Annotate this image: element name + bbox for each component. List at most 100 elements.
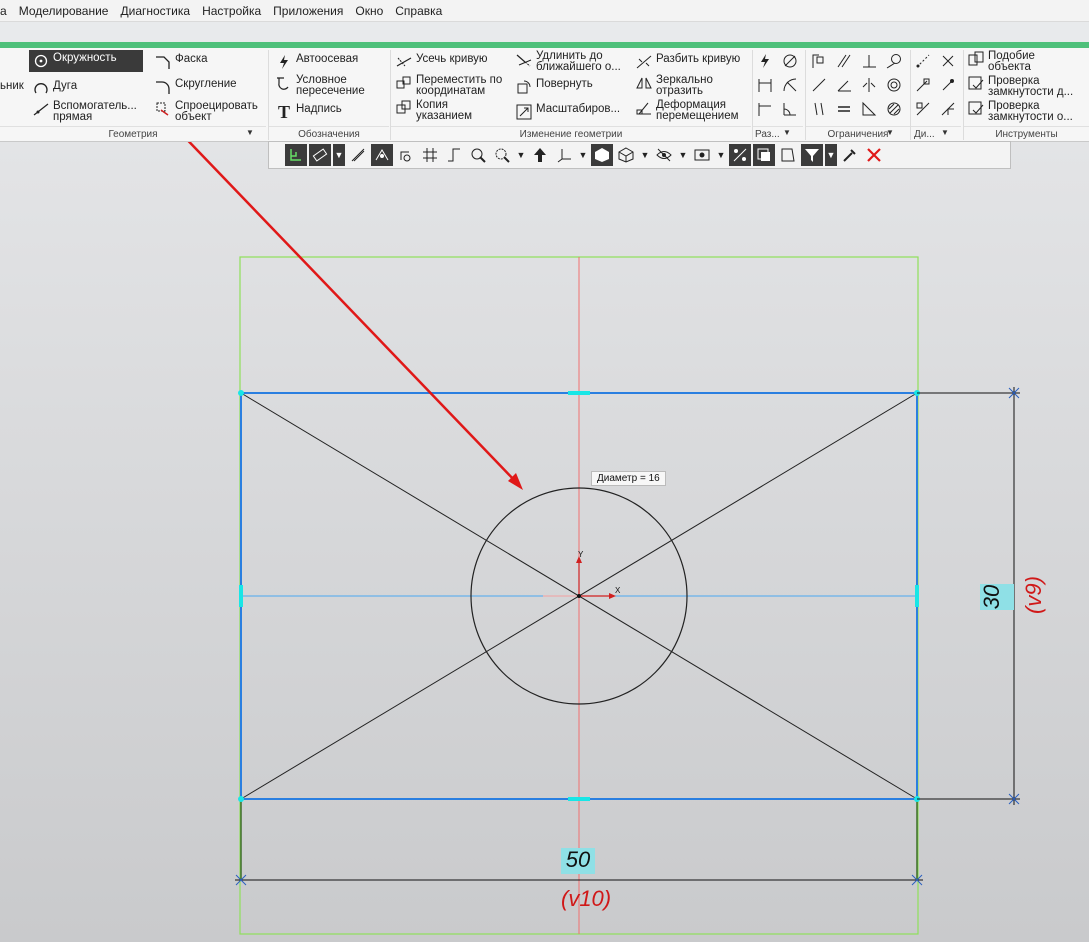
chamfer-button[interactable]: Фаска (155, 53, 208, 70)
axes-icon[interactable] (553, 144, 575, 166)
rotate-button[interactable]: Повернуть (516, 78, 593, 95)
copy-label-2: указанием (416, 110, 473, 122)
measure-dropdown[interactable]: ▼ (333, 144, 345, 166)
hide-eye-icon[interactable] (653, 144, 675, 166)
deform-button[interactable]: Деформация перемещением (636, 99, 739, 122)
aux-line-button[interactable]: Вспомогатель... прямая (33, 100, 137, 123)
auto-axis-button[interactable]: Автоосевая (276, 53, 358, 70)
tangent-icon[interactable] (885, 52, 903, 70)
show-dof-icon[interactable] (939, 76, 957, 94)
fix-point-icon[interactable] (810, 52, 828, 70)
snap-settings-icon[interactable] (371, 144, 393, 166)
circle-tool-icon (33, 53, 49, 69)
orient-icon[interactable] (529, 144, 551, 166)
measure-icon[interactable] (309, 144, 331, 166)
show-eye-icon[interactable] (691, 144, 713, 166)
dimension-auto-icon[interactable] (756, 52, 774, 70)
section-icon[interactable] (777, 144, 799, 166)
shaded-cube-icon[interactable] (591, 144, 613, 166)
menu-item-help[interactable]: Справка (389, 4, 448, 18)
diameter-icon[interactable] (781, 52, 799, 70)
circle-button[interactable]: Окружность (29, 50, 143, 72)
cond-label-2: пересечение (296, 85, 365, 97)
sketch-canvas[interactable]: Y X Диаметр = 16 30 (v9) 50 (v10) (0, 142, 1089, 942)
slope-icon[interactable] (810, 76, 828, 94)
text-label: Надпись (296, 103, 342, 115)
triangle-constraint-icon[interactable] (860, 100, 878, 118)
di-expand-icon[interactable]: ▼ (941, 128, 949, 137)
ordinate-dim-icon[interactable] (756, 100, 774, 118)
trim-curve-button[interactable]: Усечь кривую (396, 53, 488, 70)
dimension-height-value[interactable]: 30 (979, 584, 1014, 610)
arc-button[interactable]: Дуга (33, 80, 77, 97)
fillet-icon (155, 79, 171, 95)
split-curve-button[interactable]: Разбить кривую (636, 53, 740, 70)
vertical-pair-icon[interactable] (810, 100, 828, 118)
similar-object-button[interactable]: Подобие объекта (968, 50, 1035, 73)
scale-button[interactable]: Масштабиров... (516, 103, 620, 120)
symmetry-icon[interactable] (860, 76, 878, 94)
menu-item-window[interactable]: Окно (349, 4, 389, 18)
transform-icon[interactable] (729, 144, 751, 166)
step-curve-icon[interactable] (443, 144, 465, 166)
perpendicular-icon[interactable] (860, 52, 878, 70)
geometry-expand-icon[interactable]: ▼ (246, 128, 254, 137)
mirror-button[interactable]: Зеркально отразить (636, 74, 713, 97)
remove-constraints-icon[interactable] (914, 100, 932, 118)
angle-dim-icon[interactable] (781, 100, 799, 118)
equal-icon[interactable] (835, 100, 853, 118)
parametric-icon[interactable] (914, 52, 932, 70)
move-by-coords-button[interactable]: Переместить по координатам (396, 74, 502, 97)
eyedropper-icon[interactable] (839, 144, 861, 166)
zoom-window-icon[interactable] (491, 144, 513, 166)
grid-icon[interactable] (419, 144, 441, 166)
vertex-handle (238, 390, 244, 396)
concentric-icon[interactable] (885, 76, 903, 94)
constraints-expand-icon[interactable]: ▼ (886, 128, 894, 137)
rotate-icon (516, 79, 532, 95)
fillet-button[interactable]: Скругление (155, 78, 237, 95)
hide-dropdown[interactable]: ▼ (677, 144, 689, 166)
menu-item-partial[interactable]: а (0, 4, 13, 18)
show-constraints-icon[interactable] (914, 76, 932, 94)
check-closure-2-button[interactable]: Проверка замкнутости о... (968, 100, 1073, 123)
display-dropdown[interactable]: ▼ (639, 144, 651, 166)
angle-constraint-icon[interactable] (835, 76, 853, 94)
local-cs-icon[interactable] (395, 144, 417, 166)
linear-dim-icon[interactable] (756, 76, 774, 94)
wireframe-cube-icon[interactable] (615, 144, 637, 166)
chamfer-icon (155, 54, 171, 70)
menu-item-modeling[interactable]: Моделирование (13, 4, 115, 18)
dims-expand-icon[interactable]: ▼ (783, 128, 791, 137)
parallel-icon[interactable] (835, 52, 853, 70)
filter-dropdown[interactable]: ▼ (825, 144, 837, 166)
show-dropdown[interactable]: ▼ (715, 144, 727, 166)
menu-item-diagnostics[interactable]: Диагностика (114, 4, 196, 18)
hatch-icon[interactable] (885, 100, 903, 118)
menu-bar: а Моделирование Диагностика Настройка Пр… (0, 0, 1089, 22)
zoom-dropdown[interactable]: ▼ (515, 144, 527, 166)
extend-icon (516, 51, 532, 67)
variables-icon[interactable] (939, 52, 957, 70)
layers-icon[interactable] (753, 144, 775, 166)
extend-label-2: ближайшего о... (536, 61, 621, 73)
filter-icon[interactable] (801, 144, 823, 166)
check-closure-1-button[interactable]: Проверка замкнутости д... (968, 75, 1073, 98)
dimension-width-value[interactable]: 50 (561, 848, 595, 874)
lightning-axis-icon (276, 54, 292, 70)
perpendicular-mark-icon[interactable] (939, 100, 957, 118)
close-icon[interactable] (863, 144, 885, 166)
menu-item-settings[interactable]: Настройка (196, 4, 267, 18)
orthogonal-icon[interactable] (347, 144, 369, 166)
zoom-icon[interactable] (467, 144, 489, 166)
menu-item-applications[interactable]: Приложения (267, 4, 349, 18)
conditional-intersection-button[interactable]: Условное пересечение (276, 74, 365, 97)
project-object-button[interactable]: Спроецировать объект (155, 100, 258, 123)
extend-button[interactable]: Удлинить до ближайшего о... (516, 50, 621, 73)
axes-dropdown[interactable]: ▼ (577, 144, 589, 166)
copy-by-point-button[interactable]: Копия указанием (396, 99, 473, 122)
radius-dim-icon[interactable] (781, 76, 799, 94)
text-label-button[interactable]: T Надпись (276, 103, 342, 121)
snap-grid-icon[interactable] (285, 144, 307, 166)
ribbon-rectangle-partial[interactable]: ьник (0, 80, 24, 92)
